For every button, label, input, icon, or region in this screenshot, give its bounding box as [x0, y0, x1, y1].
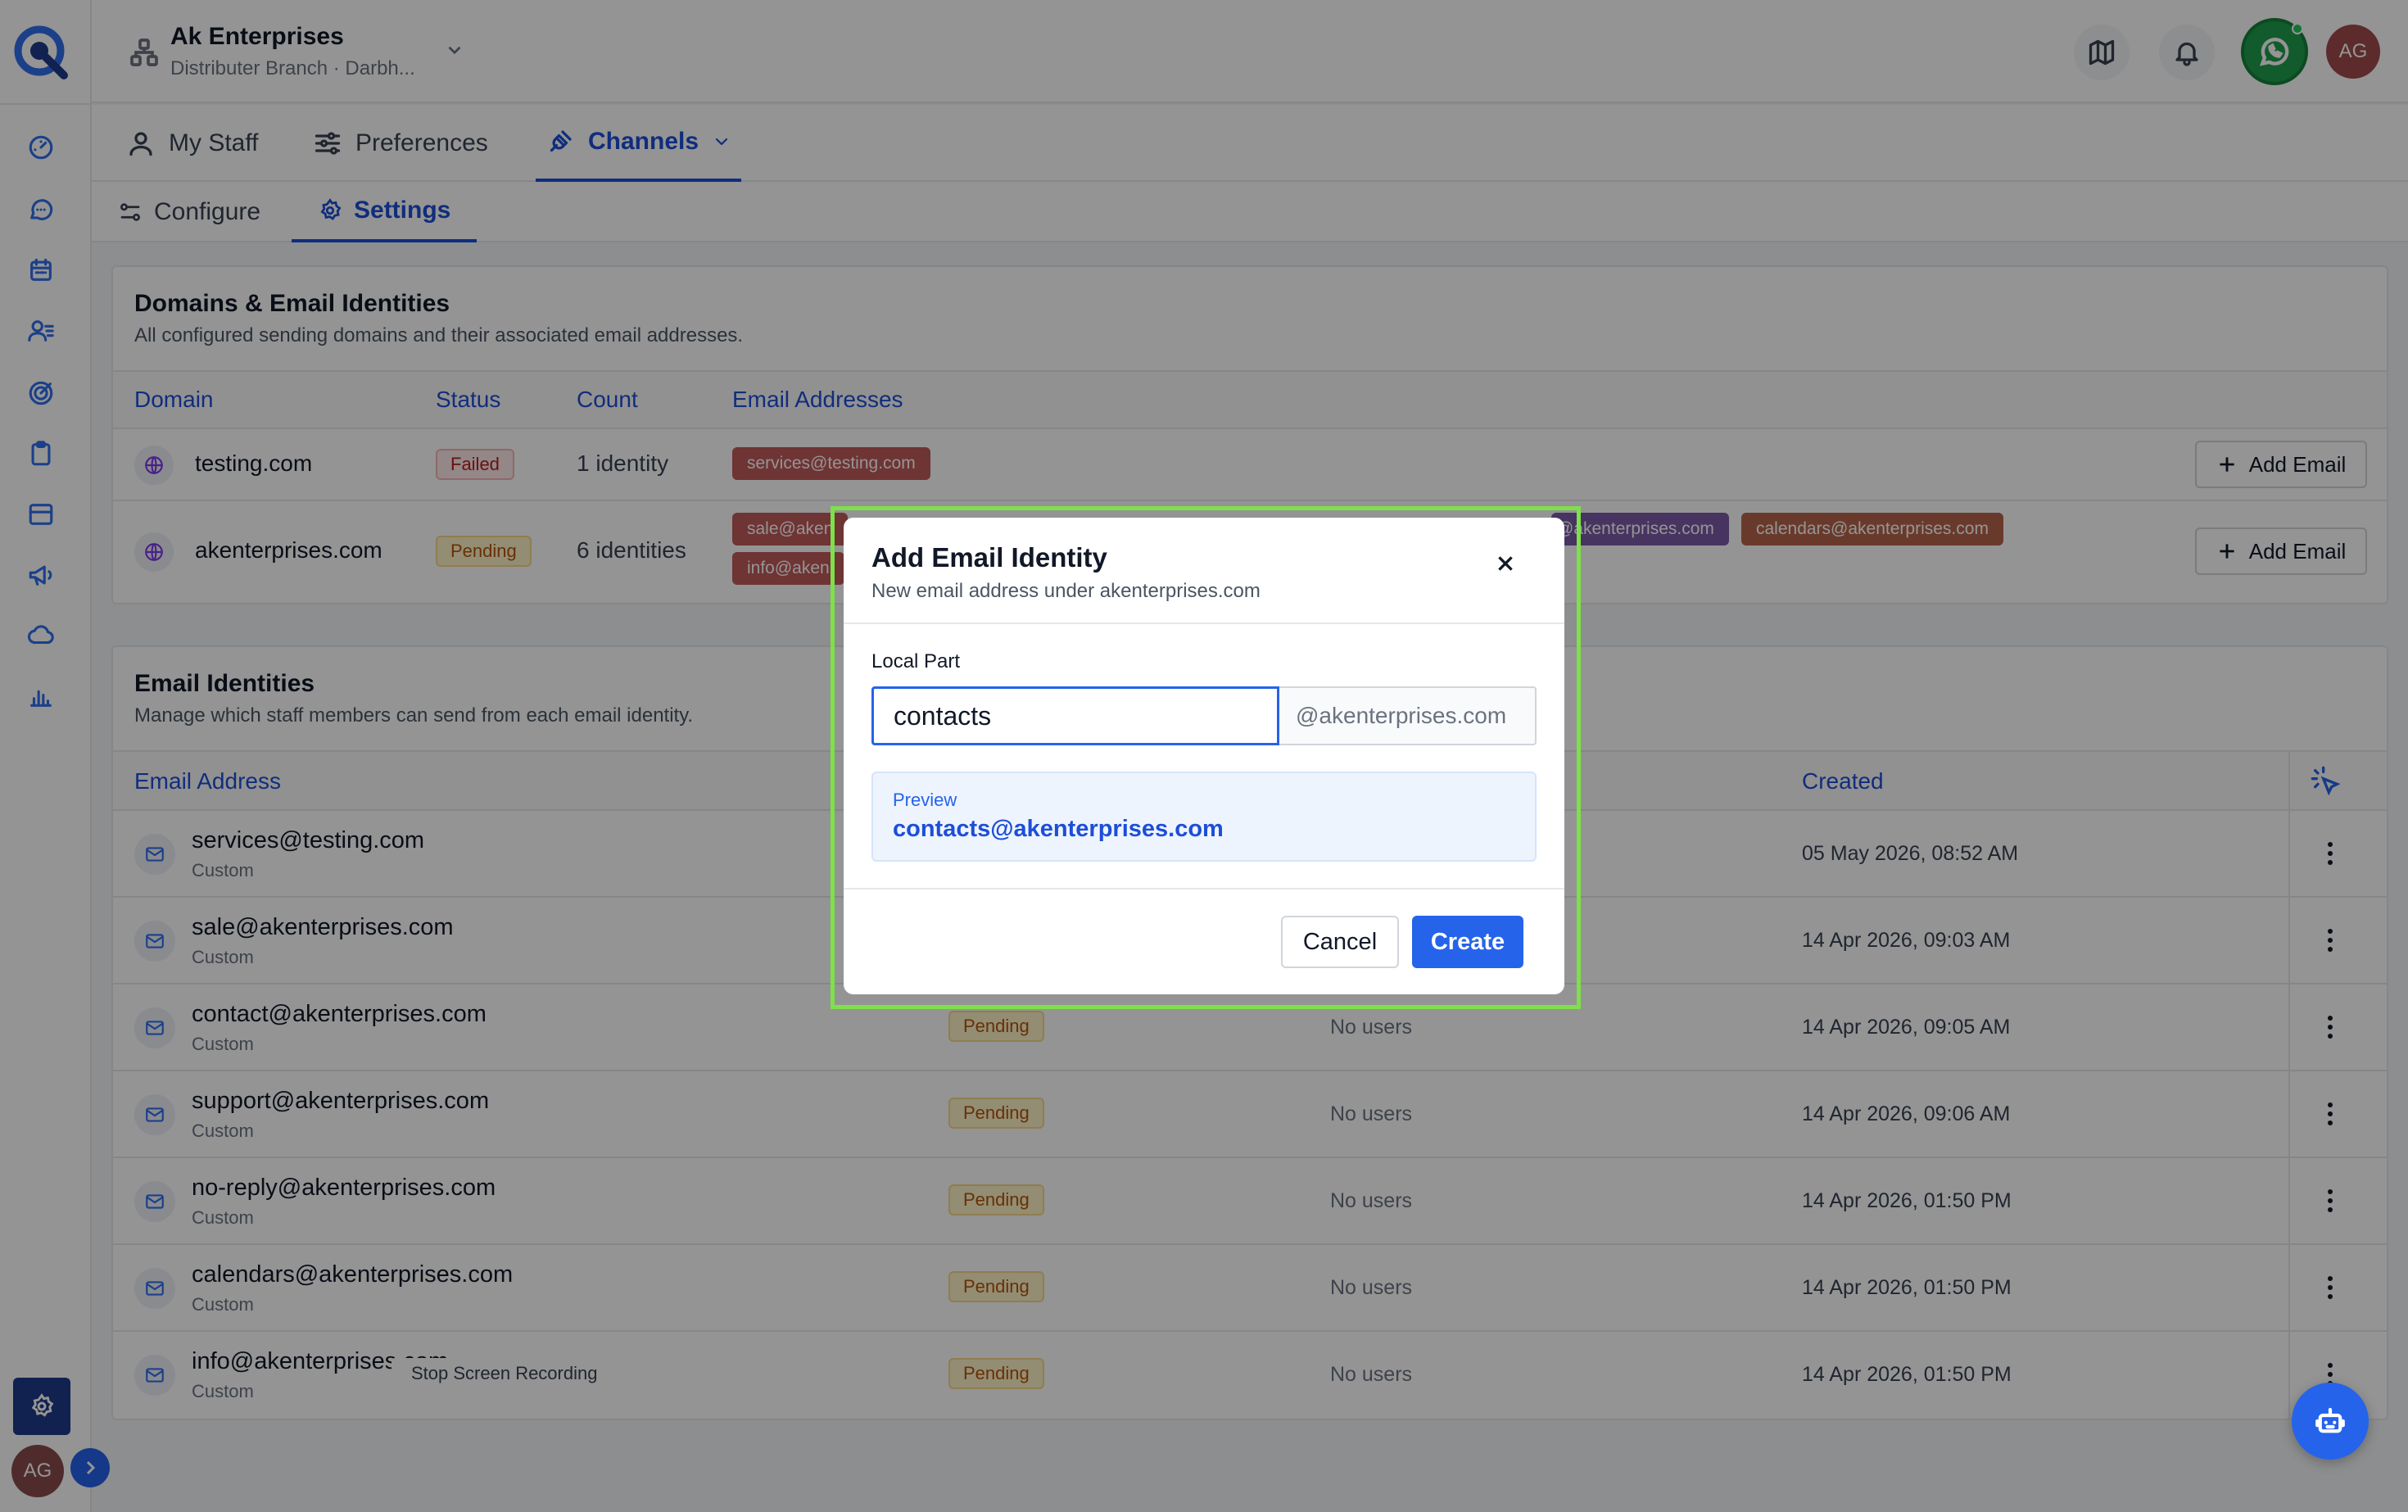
- add-email-identity-dialog: Add Email Identity New email address und…: [844, 518, 1564, 994]
- dialog-divider: [844, 622, 1564, 624]
- local-part-input[interactable]: [871, 686, 1279, 745]
- cancel-button[interactable]: Cancel: [1281, 916, 1399, 968]
- dialog-divider: [844, 888, 1564, 890]
- domain-suffix: @akenterprises.com: [1279, 686, 1537, 745]
- preview-label: Preview: [893, 790, 957, 810]
- create-button[interactable]: Create: [1412, 916, 1523, 968]
- preview-value: contacts@akenterprises.com: [893, 816, 1224, 842]
- email-preview-box: Preview contacts@akenterprises.com: [871, 772, 1537, 862]
- close-icon: [1498, 556, 1513, 571]
- assistant-bot-button[interactable]: [2292, 1383, 2369, 1460]
- local-part-label: Local Part: [871, 650, 961, 672]
- close-button[interactable]: [1489, 547, 1522, 580]
- dialog-title: Add Email Identity: [871, 542, 1107, 573]
- bot-icon: [2315, 1407, 2345, 1433]
- dialog-subtitle: New email address under akenterprises.co…: [871, 580, 1261, 602]
